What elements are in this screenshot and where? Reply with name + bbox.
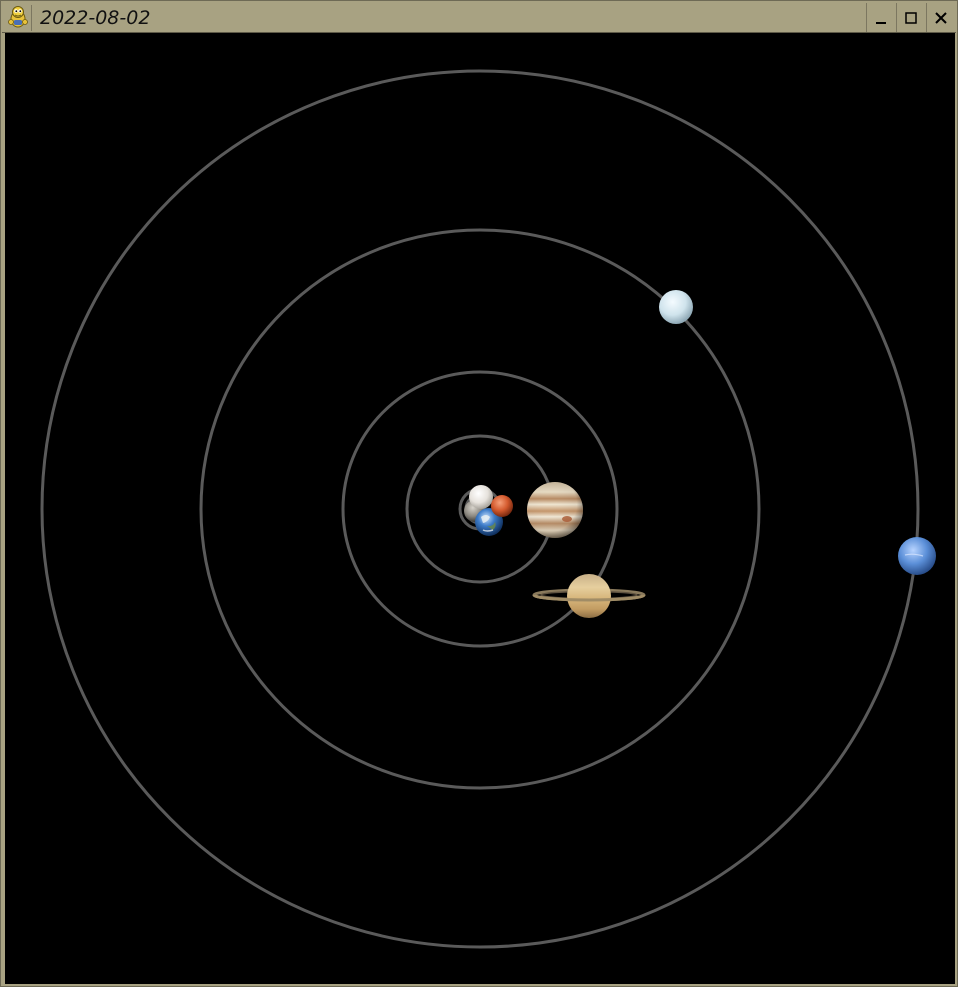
minimize-icon [876,21,886,24]
app-window: 2022-08-02 [0,0,958,987]
saturn-planet [532,574,646,618]
neptune-planet [898,537,936,575]
maximize-button[interactable] [896,3,925,32]
jupiter-planet [527,482,583,538]
orbit-view [40,69,936,949]
close-icon [935,11,947,24]
uranus-planet [659,290,693,324]
solar-system-canvas[interactable] [5,33,955,984]
window-title: 2022-08-02 [40,7,151,29]
python-snake-icon[interactable] [6,5,32,31]
close-button[interactable] [926,3,955,32]
venus-planet [469,485,493,509]
maximize-icon [905,11,917,24]
title-bar[interactable]: 2022-08-02 [2,2,956,33]
minimize-button[interactable] [866,3,895,32]
mars-planet [491,495,513,517]
